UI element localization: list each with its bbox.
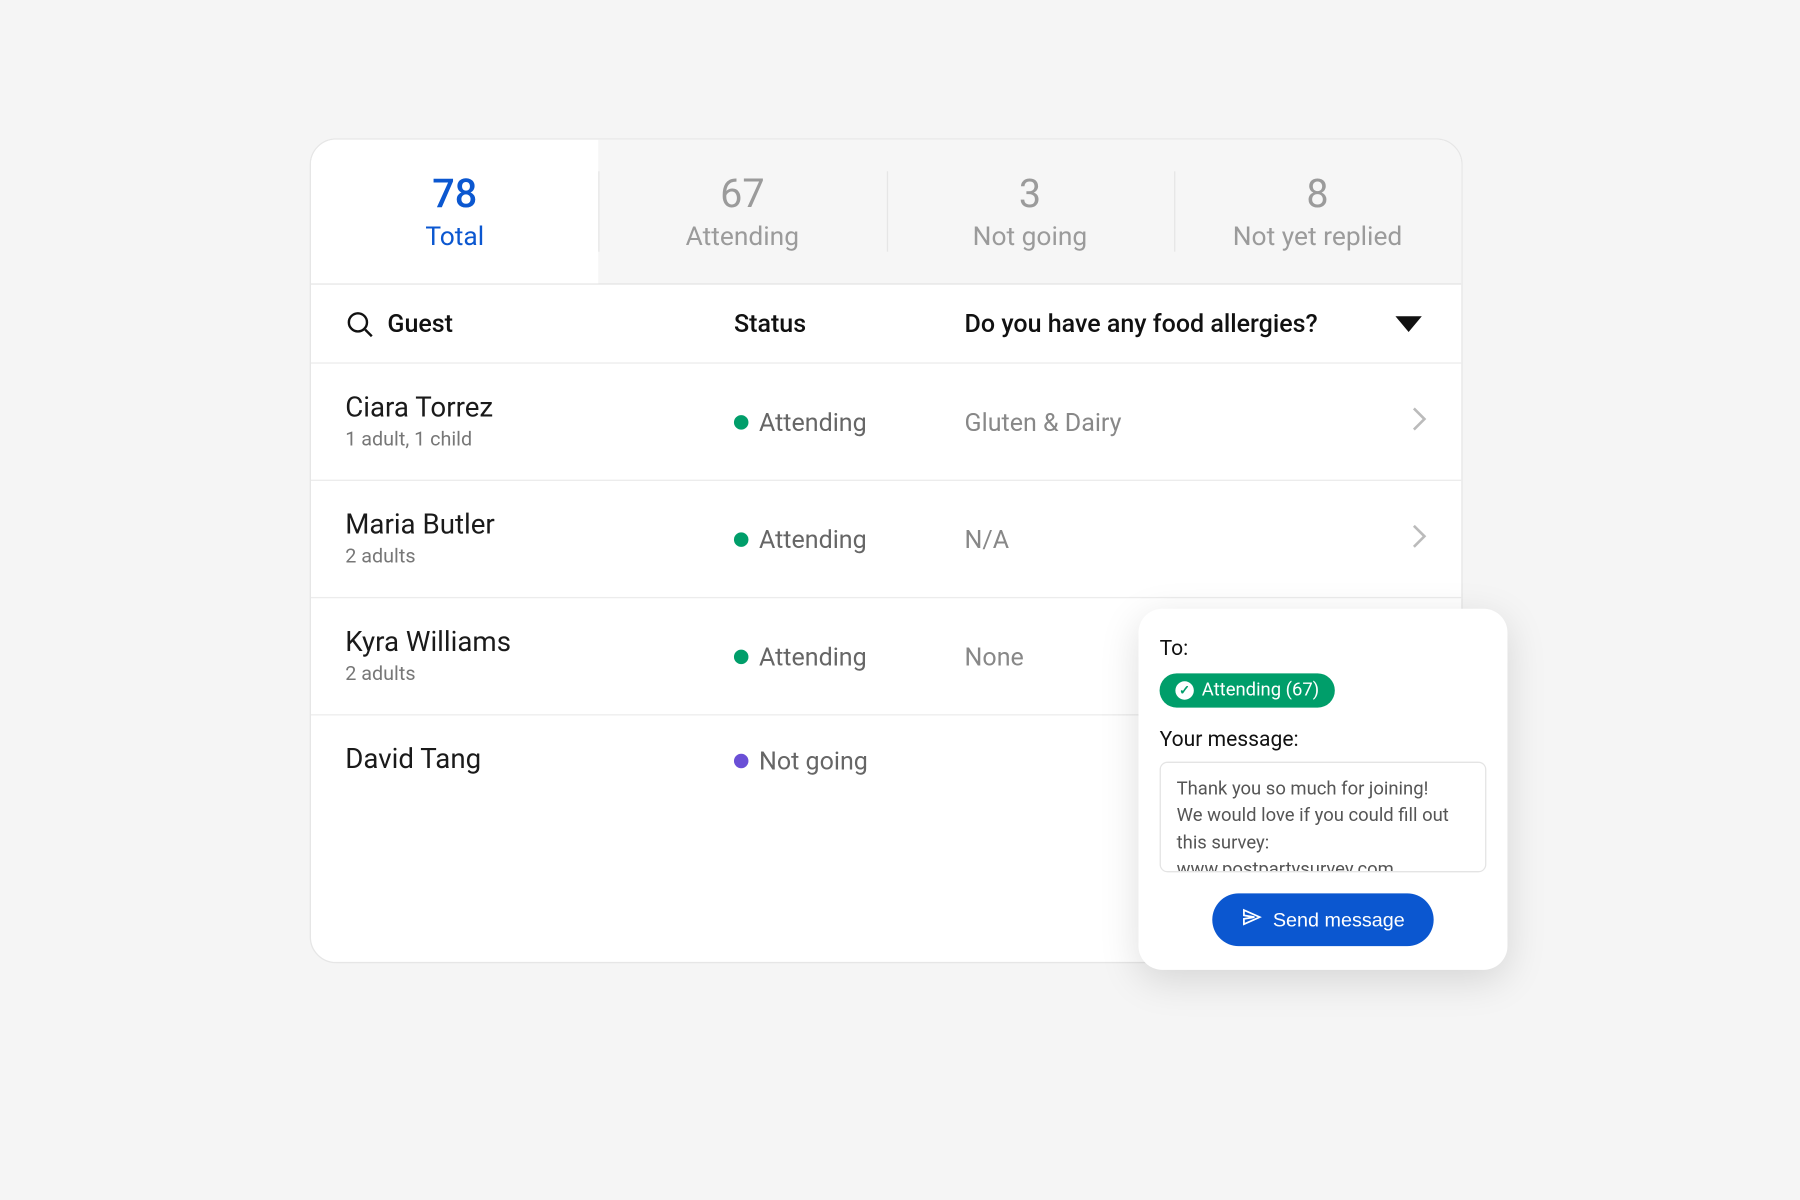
guest-status-label: Attending [759, 407, 867, 437]
tab-not-going[interactable]: 3 Not going [886, 140, 1174, 284]
to-label: To: [1160, 635, 1487, 660]
guest-name: Kyra Williams [345, 627, 734, 659]
column-guest-label: Guest [387, 308, 453, 338]
recipient-pill[interactable]: ✓ Attending (67) [1160, 673, 1335, 707]
guest-detail: 2 adults [345, 544, 734, 568]
guest-detail: 1 adult, 1 child [345, 427, 734, 451]
guest-status-label: Attending [759, 641, 867, 671]
tab-total-count: 78 [432, 171, 477, 217]
column-allergies[interactable]: Do you have any food allergies? [965, 308, 1428, 338]
guest-detail: 2 adults [345, 661, 734, 685]
chevron-right-icon[interactable] [1411, 522, 1427, 555]
status-dot-icon [734, 753, 748, 767]
send-message-button[interactable]: Send message [1212, 893, 1433, 946]
search-icon[interactable] [345, 309, 374, 338]
check-circle-icon: ✓ [1175, 681, 1193, 699]
tab-attending-label: Attending [686, 220, 799, 252]
send-message-panel: To: ✓ Attending (67) Your message: Send … [1138, 609, 1507, 970]
chevron-down-icon[interactable] [1395, 316, 1421, 332]
table-row[interactable]: Maria Butler 2 adults Attending N/A [311, 481, 1461, 598]
guest-status: Attending [734, 524, 965, 554]
column-allergies-label: Do you have any food allergies? [965, 308, 1318, 338]
guest-name: Maria Butler [345, 510, 734, 542]
status-dot-icon [734, 532, 748, 546]
message-textarea[interactable] [1160, 762, 1487, 873]
chevron-right-icon[interactable] [1411, 405, 1427, 438]
guest-status: Attending [734, 641, 965, 671]
column-status-label[interactable]: Status [734, 308, 965, 338]
table-row[interactable]: Ciara Torrez 1 adult, 1 child Attending … [311, 364, 1461, 481]
column-guest[interactable]: Guest [345, 308, 734, 338]
send-icon [1241, 907, 1262, 933]
guest-name: David Tang [345, 745, 734, 777]
tab-total[interactable]: 78 Total [311, 140, 599, 284]
guest-status-label: Attending [759, 524, 867, 554]
guest-status: Not going [734, 745, 965, 775]
recipient-pill-label: Attending (67) [1202, 680, 1319, 701]
tab-attending-count: 67 [720, 171, 764, 217]
guest-allergy: Gluten & Dairy [965, 407, 1412, 437]
guest-status-label: Not going [759, 745, 868, 775]
message-label: Your message: [1160, 726, 1487, 751]
status-dot-icon [734, 414, 748, 428]
send-button-label: Send message [1273, 909, 1405, 931]
tab-total-label: Total [425, 220, 484, 252]
guest-allergy: N/A [965, 524, 1412, 554]
tab-not-replied[interactable]: 8 Not yet replied [1174, 140, 1462, 284]
tab-notgoing-count: 3 [1019, 171, 1041, 217]
status-dot-icon [734, 649, 748, 663]
tab-attending[interactable]: 67 Attending [599, 140, 887, 284]
tab-notgoing-label: Not going [973, 220, 1088, 252]
tab-notreplied-count: 8 [1306, 171, 1328, 217]
guest-name: Ciara Torrez [345, 393, 734, 425]
summary-tabs: 78 Total 67 Attending 3 Not going 8 Not … [311, 140, 1461, 285]
guest-status: Attending [734, 407, 965, 437]
table-header: Guest Status Do you have any food allerg… [311, 285, 1461, 364]
tab-notreplied-label: Not yet replied [1233, 220, 1403, 252]
